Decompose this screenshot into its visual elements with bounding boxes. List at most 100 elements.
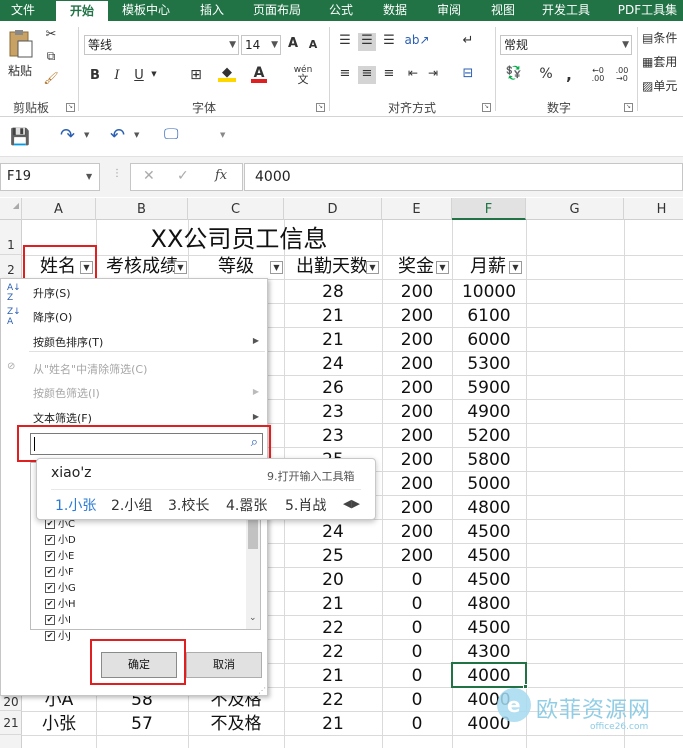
tab-file[interactable]: 文件: [0, 0, 46, 21]
currency-icon[interactable]: 💱: [502, 66, 526, 81]
grow-font-button[interactable]: A: [285, 36, 301, 51]
column-header-d[interactable]: D: [284, 198, 382, 220]
cell-e8[interactable]: 200: [382, 400, 452, 424]
chevron-down-icon[interactable]: ▼: [84, 131, 89, 139]
ime-candidate-2[interactable]: 2.小组: [111, 495, 152, 515]
borders-icon[interactable]: ⊞: [186, 67, 206, 83]
filter-bonus-icon[interactable]: ▼: [436, 261, 449, 274]
cell-e16[interactable]: 0: [382, 592, 452, 616]
orientation-icon[interactable]: ab↗: [404, 33, 430, 51]
checkbox-checked-icon[interactable]: ✔: [45, 551, 55, 561]
cell-d18[interactable]: 22: [284, 640, 382, 664]
cell-d15[interactable]: 20: [284, 568, 382, 592]
filter-attendance-icon[interactable]: ▼: [366, 261, 379, 274]
column-header-g[interactable]: G: [526, 198, 624, 220]
cell-f10[interactable]: 5800: [452, 448, 526, 472]
cell-e15[interactable]: 0: [382, 568, 452, 592]
scrollbar-thumb[interactable]: [248, 515, 258, 549]
cell-f5[interactable]: 6000: [452, 328, 526, 352]
row-header-1[interactable]: 1: [0, 220, 22, 255]
checkbox-checked-icon[interactable]: ✔: [45, 615, 55, 625]
paste-button[interactable]: 粘贴: [4, 29, 36, 89]
cell-e6[interactable]: 200: [382, 352, 452, 376]
percent-icon[interactable]: %: [538, 66, 554, 82]
name-box[interactable]: F19: [0, 163, 100, 191]
cell-d6[interactable]: 24: [284, 352, 382, 376]
filter-list-item[interactable]: ✔ 小G: [45, 581, 76, 597]
cell-f8[interactable]: 4900: [452, 400, 526, 424]
cell-f18[interactable]: 4300: [452, 640, 526, 664]
cell-f6[interactable]: 5300: [452, 352, 526, 376]
chevron-down-icon[interactable]: ▼: [134, 131, 139, 139]
checkbox-checked-icon[interactable]: ✔: [45, 599, 55, 609]
filter-score-icon[interactable]: ▼: [174, 261, 187, 274]
row-header-2[interactable]: 2: [0, 255, 22, 279]
align-center-icon[interactable]: ≡: [358, 66, 376, 84]
cell-d16[interactable]: 21: [284, 592, 382, 616]
cell-f7[interactable]: 5900: [452, 376, 526, 400]
text-filter-item[interactable]: 文本筛选(F): [33, 410, 92, 426]
cell-e5[interactable]: 200: [382, 328, 452, 352]
checkbox-checked-icon[interactable]: ✔: [45, 567, 55, 577]
cell-f9[interactable]: 5200: [452, 424, 526, 448]
tab-data[interactable]: 数据: [374, 0, 416, 21]
insert-function-icon[interactable]: fx: [215, 168, 227, 183]
cell-d20[interactable]: 22: [284, 688, 382, 712]
cell-e7[interactable]: 200: [382, 376, 452, 400]
cell-e3[interactable]: 200: [382, 280, 452, 304]
shrink-font-button[interactable]: A: [305, 38, 321, 51]
column-header-c[interactable]: C: [188, 198, 284, 220]
save-icon[interactable]: 💾: [10, 127, 30, 146]
tab-insert[interactable]: 插入: [191, 0, 233, 21]
font-launcher-icon[interactable]: ↘: [316, 103, 325, 112]
customize-qat-icon[interactable]: ▼: [220, 131, 225, 139]
filter-list-item[interactable]: ✔ 小J: [45, 629, 71, 645]
fill-handle[interactable]: [523, 684, 528, 689]
cell-e10[interactable]: 200: [382, 448, 452, 472]
cell-e21[interactable]: 0: [382, 712, 452, 736]
column-header-e[interactable]: E: [382, 198, 452, 220]
align-bottom-icon[interactable]: ☰: [380, 33, 398, 51]
cell-e19[interactable]: 0: [382, 664, 452, 688]
bold-button[interactable]: B: [88, 68, 102, 83]
font-color-button[interactable]: A: [251, 65, 267, 87]
ime-toolbox-hint[interactable]: 9.打开输入工具箱: [267, 468, 355, 484]
tab-page-layout[interactable]: 页面布局: [246, 0, 308, 21]
fill-color-button[interactable]: ◆: [218, 65, 236, 87]
merge-center-icon[interactable]: ⊟: [458, 66, 478, 84]
underline-button[interactable]: U: [132, 68, 146, 83]
align-top-icon[interactable]: ☰: [336, 33, 354, 51]
column-header-a[interactable]: A: [22, 198, 96, 220]
resize-grip-icon[interactable]: ⋰: [258, 686, 266, 695]
copy-icon[interactable]: ⧉: [42, 49, 60, 65]
tab-home[interactable]: 开始: [56, 1, 108, 21]
cell-styles-button[interactable]: ▨单元: [642, 77, 683, 94]
cell-e11[interactable]: 200: [382, 472, 452, 496]
cell-c21[interactable]: 不及格: [188, 712, 284, 736]
column-header-f[interactable]: F: [452, 198, 526, 220]
cell-f12[interactable]: 4800: [452, 496, 526, 520]
cell-f17[interactable]: 4500: [452, 616, 526, 640]
column-header-b[interactable]: B: [96, 198, 188, 220]
scroll-down-icon[interactable]: ⌄: [249, 613, 257, 623]
cell-d8[interactable]: 23: [284, 400, 382, 424]
cell-e14[interactable]: 200: [382, 544, 452, 568]
ime-page-arrows-icon[interactable]: ◀▶: [343, 497, 360, 510]
formula-input[interactable]: 4000: [244, 163, 683, 191]
cell-d13[interactable]: 24: [284, 520, 382, 544]
cell-f11[interactable]: 5000: [452, 472, 526, 496]
filter-grade-icon[interactable]: ▼: [270, 261, 283, 274]
number-launcher-icon[interactable]: ↘: [624, 103, 633, 112]
cell-e17[interactable]: 0: [382, 616, 452, 640]
cell-e18[interactable]: 0: [382, 640, 452, 664]
cell-e20[interactable]: 0: [382, 688, 452, 712]
checkbox-checked-icon[interactable]: ✔: [45, 519, 55, 529]
ime-candidate-1[interactable]: 1.小张: [55, 495, 96, 515]
align-left-icon[interactable]: ≡: [336, 66, 354, 84]
checkbox-checked-icon[interactable]: ✔: [45, 583, 55, 593]
font-name-combo[interactable]: 等线 ▼: [84, 35, 239, 55]
clipboard-launcher-icon[interactable]: ↘: [66, 103, 75, 112]
filter-list-item[interactable]: ✔ 小H: [45, 597, 76, 613]
chevron-down-icon[interactable]: ▼: [150, 70, 158, 78]
cell-f4[interactable]: 6100: [452, 304, 526, 328]
